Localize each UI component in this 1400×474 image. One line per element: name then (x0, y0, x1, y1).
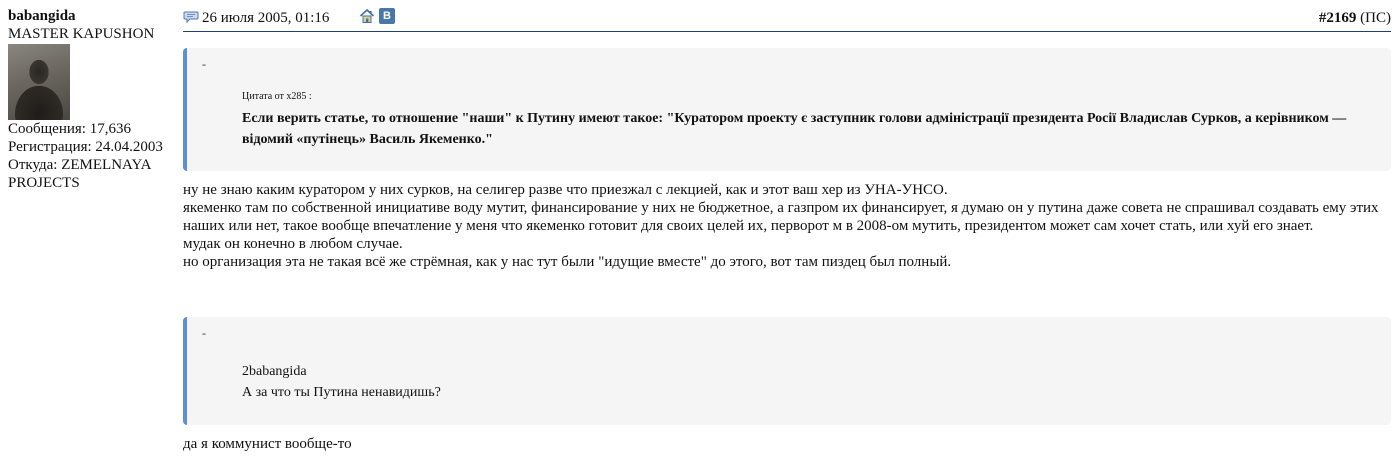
post-message: да я коммунист вообще-то (183, 435, 1383, 453)
quote-block: - 2babangida А за что ты Путина ненавиди… (183, 317, 1391, 425)
home-icon[interactable] (359, 8, 375, 24)
quote-content: 2babangida А за что ты Путина ненавидишь… (242, 361, 1351, 403)
post-number-suffix[interactable]: (ПС) (1360, 10, 1391, 26)
user-info: babangida MASTER KAPUSHON Сообщения: 17,… (8, 7, 180, 192)
speech-bubble-icon (183, 11, 199, 23)
username-link[interactable]: babangida (8, 7, 180, 25)
post-date: 26 июля 2005, 01:16 (202, 10, 330, 26)
quote-dash: - (202, 57, 206, 71)
user-post-count: Сообщения: 17,636 (8, 121, 131, 137)
quote-block: - Цитата от x285 : Если верить статье, т… (183, 48, 1391, 171)
post-header: 26 июля 2005, 01:16 B #2169 (ПС) (183, 7, 1391, 32)
vk-icon[interactable]: B (379, 8, 395, 24)
user-title: MASTER KAPUSHON (8, 26, 155, 42)
quote-dash: - (202, 326, 206, 340)
quote-author: Цитата от x285 : (242, 91, 312, 102)
message-line: якеменко там по собственной инициативе в… (183, 200, 1379, 234)
user-registration-date: Регистрация: 24.04.2003 (8, 139, 163, 155)
forum-post: babangida MASTER KAPUSHON Сообщения: 17,… (0, 0, 1400, 474)
message-line: ну не знаю каким куратором у них сурков,… (183, 182, 948, 198)
message-line: но организация эта не такая всё же стрём… (183, 254, 952, 270)
avatar[interactable] (8, 44, 70, 120)
post-number: #2169 (ПС) (1319, 10, 1391, 27)
user-location: Откуда: ZEMELNAYA PROJECTS (8, 157, 151, 191)
post-permalink[interactable]: #2169 (1319, 10, 1357, 26)
post-message: ну не знаю каким куратором у них сурков,… (183, 181, 1383, 271)
quote-content: Цитата от x285 : Если верить статье, то … (242, 91, 1351, 150)
quote-line: 2babangida (242, 364, 307, 379)
message-line: да я коммунист вообще-то (183, 436, 352, 452)
quote-line: А за что ты Путина ненавидишь? (242, 385, 441, 400)
message-line: мудак он конечно в любом случае. (183, 236, 403, 252)
quote-text: Если верить статье, то отношение "наши" … (242, 111, 1347, 147)
